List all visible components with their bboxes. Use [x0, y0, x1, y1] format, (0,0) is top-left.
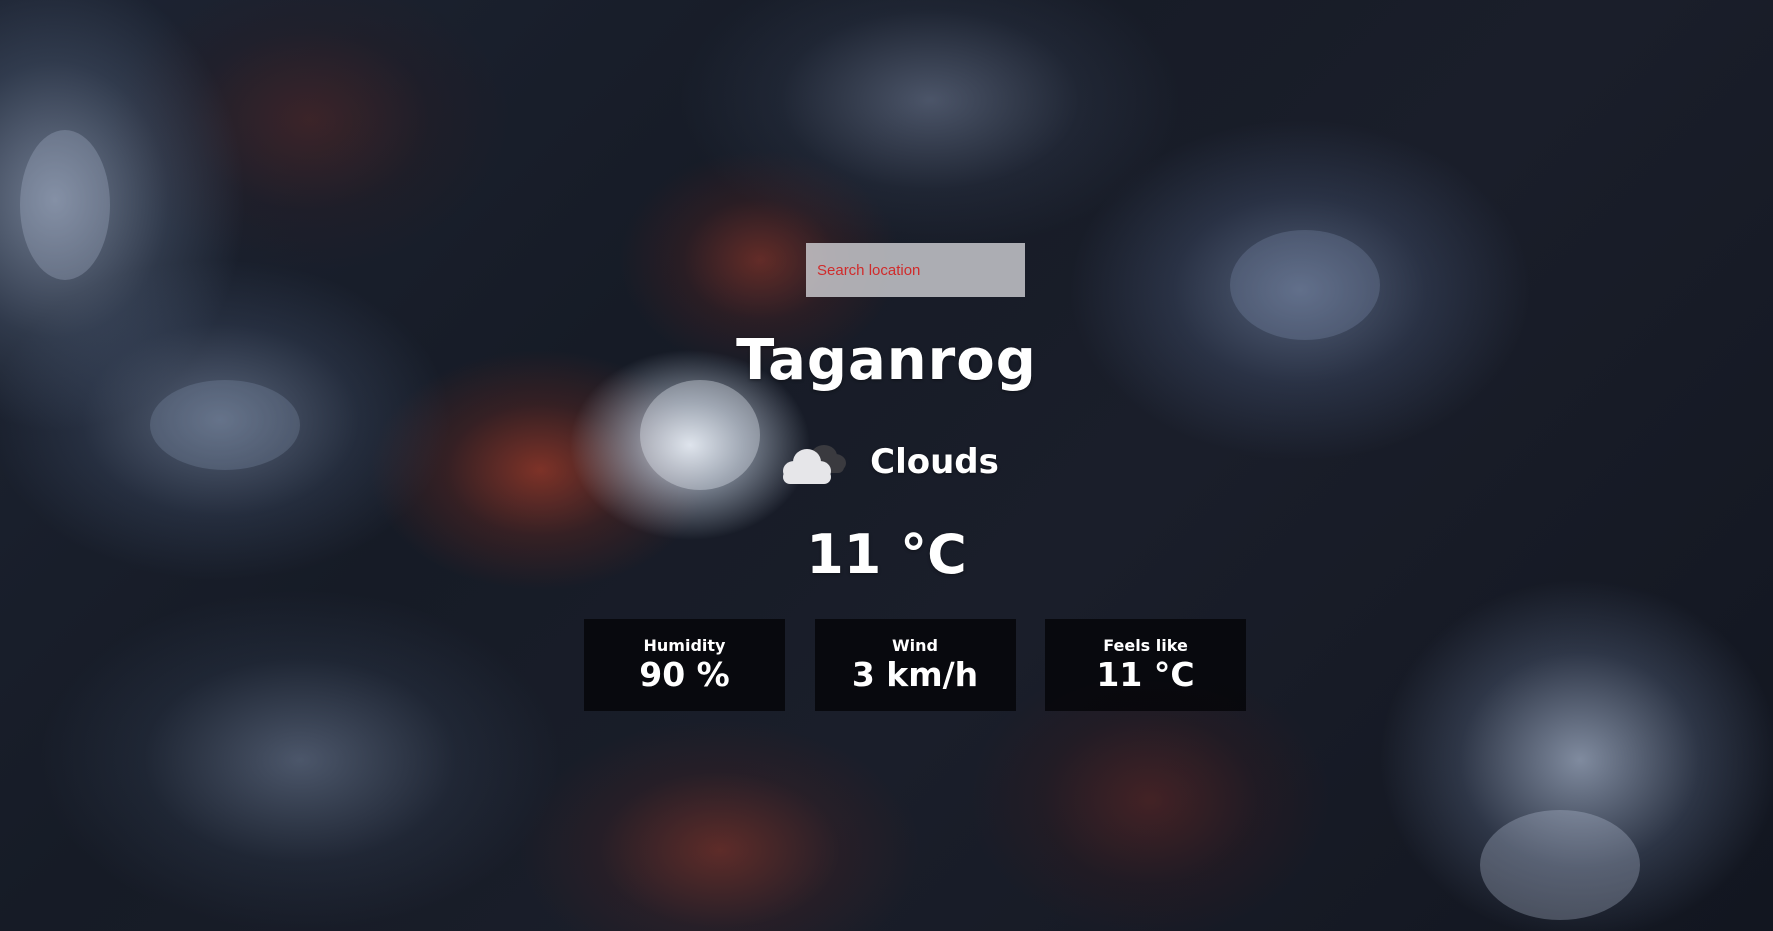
clouds-icon: [783, 445, 847, 484]
humidity-value: 90 %: [639, 655, 730, 694]
feels-like-card: Feels like 11 °C: [1045, 619, 1246, 711]
humidity-label: Humidity: [643, 636, 726, 655]
weather-stats: Humidity 90 % Wind 3 km/h Feels like 11 …: [584, 619, 1246, 711]
condition-label: Clouds: [870, 442, 999, 482]
feels-like-label: Feels like: [1103, 636, 1188, 655]
wind-card: Wind 3 km/h: [814, 619, 1016, 711]
feels-like-value: 11 °C: [1096, 655, 1195, 694]
city-name: Taganrog: [736, 328, 1037, 393]
search-input[interactable]: [806, 243, 1025, 297]
wind-value: 3 km/h: [851, 655, 979, 694]
temperature-value: 11 °C: [806, 523, 967, 586]
wind-label: Wind: [892, 636, 938, 655]
humidity-card: Humidity 90 %: [584, 619, 785, 711]
weather-condition: Clouds: [0, 432, 1773, 492]
